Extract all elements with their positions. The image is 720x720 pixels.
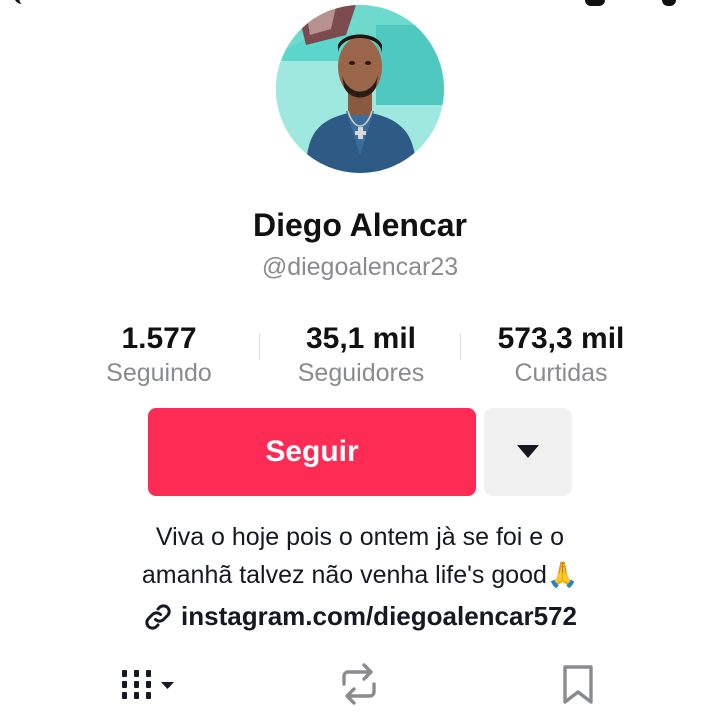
stat-label: Curtidas bbox=[514, 359, 608, 387]
stat-followers[interactable]: 35,1 mil Seguidores bbox=[270, 320, 452, 388]
repost-icon bbox=[342, 663, 376, 705]
stat-following[interactable]: 1.577 Seguindo bbox=[78, 320, 240, 388]
caret-down-icon bbox=[517, 445, 539, 458]
username: @diegoalencar23 bbox=[261, 253, 459, 281]
follow-button[interactable]: Seguir bbox=[148, 408, 476, 496]
stat-label: Seguindo bbox=[106, 359, 212, 387]
follow-button-label: Seguir bbox=[265, 435, 359, 468]
bio-link-text: instagram.com/diegoalencar572 bbox=[181, 601, 577, 631]
display-name: Diego Alencar bbox=[253, 207, 467, 243]
stat-divider bbox=[460, 334, 461, 360]
stat-divider bbox=[259, 334, 260, 360]
stat-label: Seguidores bbox=[297, 359, 425, 387]
stat-likes: 573,3 mil Curtidas bbox=[470, 320, 652, 388]
bookmark-icon bbox=[563, 665, 593, 704]
top-cropped-glyph bbox=[585, 0, 605, 6]
tab-saved[interactable] bbox=[560, 662, 596, 706]
top-cropped-glyph bbox=[14, 0, 29, 4]
stat-value: 35,1 mil bbox=[305, 322, 417, 355]
avatar[interactable] bbox=[276, 5, 444, 173]
profile-page: Diego Alencar @diegoalencar23 1.577 Segu… bbox=[0, 0, 720, 720]
stat-value: 573,3 mil bbox=[497, 322, 625, 355]
top-cropped-glyph bbox=[662, 0, 676, 6]
bio-link[interactable]: instagram.com/diegoalencar572 bbox=[0, 601, 720, 632]
tab-reposts[interactable] bbox=[336, 662, 382, 706]
profile-photo bbox=[276, 5, 444, 173]
bio-line: amanhã talvez não venha life's good🙏 bbox=[141, 561, 579, 589]
suggested-accounts-button[interactable] bbox=[484, 408, 572, 496]
stat-value: 1.577 bbox=[121, 322, 197, 355]
bio-line: Viva o hoje pois o ontem jà se foi e o bbox=[155, 523, 565, 551]
bio: Viva o hoje pois o ontem jà se foi e o a… bbox=[80, 518, 640, 594]
link-icon bbox=[143, 602, 173, 632]
videos-grid-icon bbox=[122, 670, 174, 699]
tab-videos[interactable] bbox=[118, 662, 180, 706]
